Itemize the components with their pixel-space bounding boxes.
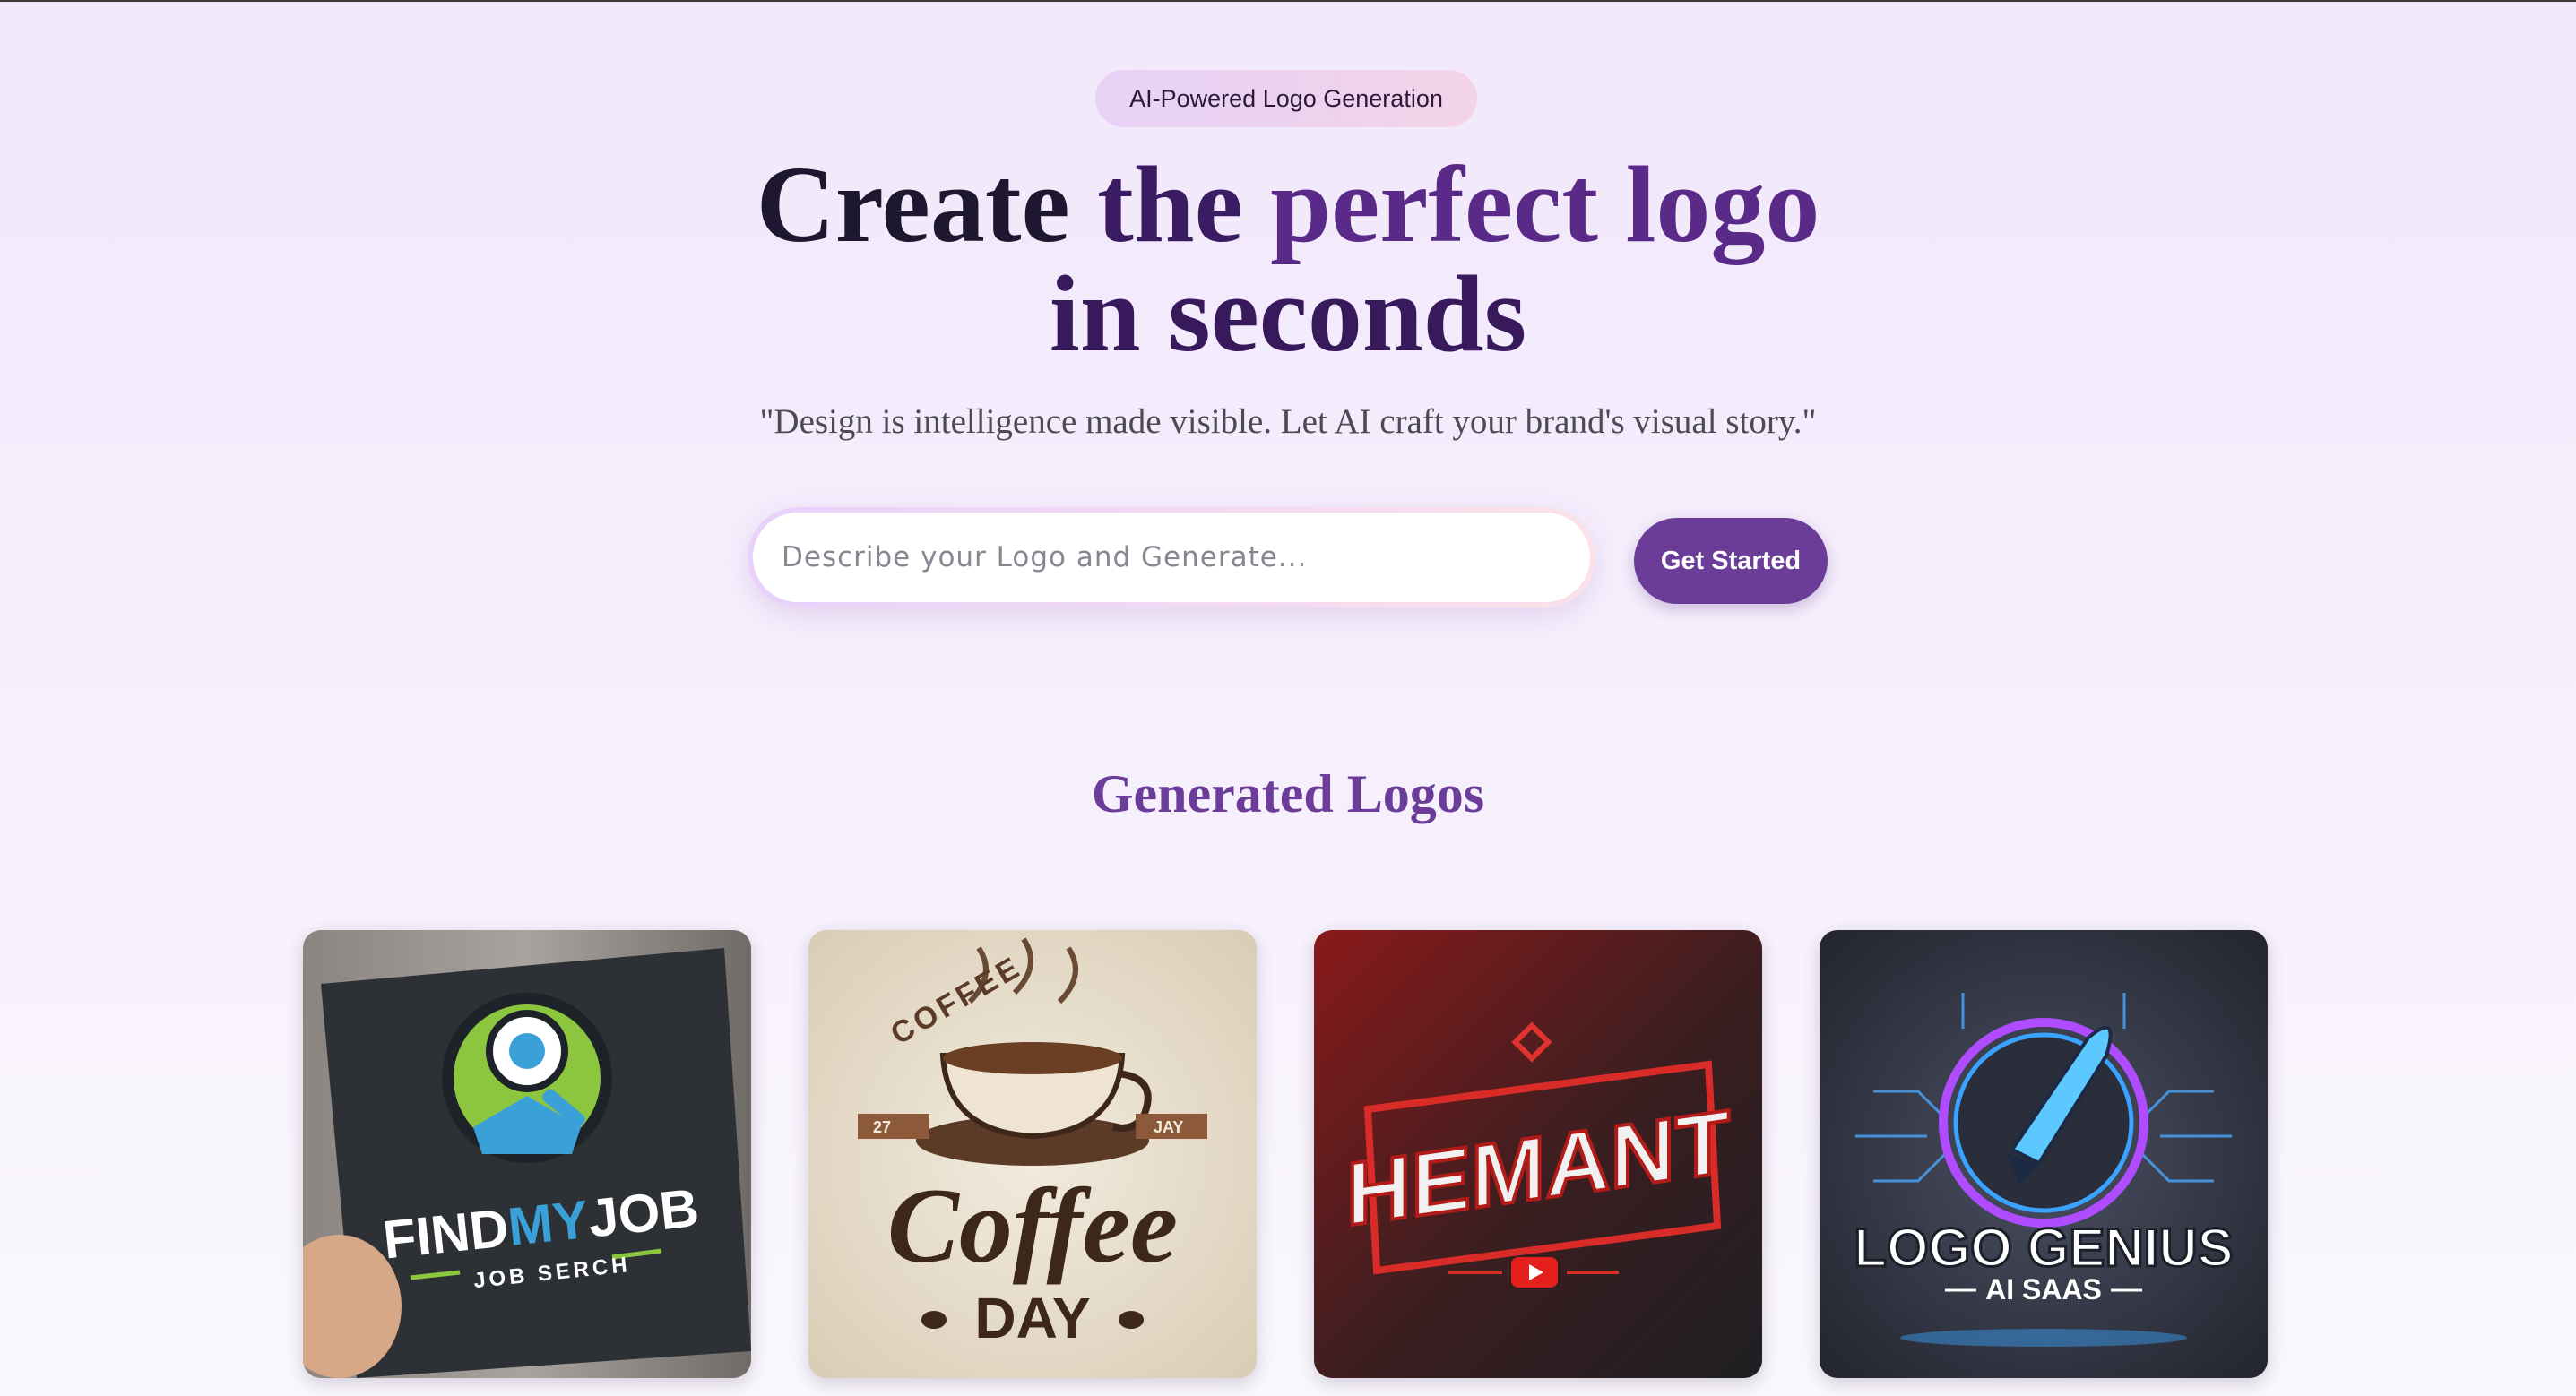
magnifier-person-icon: [442, 993, 612, 1163]
coffee-brand-text: Coffee: [887, 1166, 1178, 1285]
headline-word-create: Create: [756, 144, 1070, 265]
headline-word-the: the: [1097, 144, 1243, 265]
prompt-input-wrapper: [748, 507, 1595, 608]
hero-quote: "Design is intelligence made visible. Le…: [759, 402, 1817, 441]
hemant-logo-image: HEMANT: [1314, 930, 1762, 1378]
logo-prompt-input[interactable]: [753, 513, 1590, 602]
findmyjob-text-my: MY: [505, 1189, 592, 1257]
headline-perfect-logo: perfect logo: [1270, 144, 1820, 265]
coffee-badge-left: 27: [873, 1118, 891, 1136]
logo-genius-tagline: AI SAAS: [1985, 1273, 2102, 1306]
coffee-day-logo-image: COFFEE 27 JAY Coffee DAY: [808, 930, 1257, 1378]
logo-card-findmyjob[interactable]: FINDMYJOB JOB SERCH: [303, 930, 751, 1378]
generated-logos-title: Generated Logos: [1091, 764, 1485, 823]
logo-card-logo-genius[interactable]: LOGO GENIUS AI SAAS: [1820, 930, 2268, 1378]
ai-badge: AI-Powered Logo Generation: [1095, 70, 1477, 127]
logo-card-coffee-day[interactable]: COFFEE 27 JAY Coffee DAY: [808, 930, 1257, 1378]
coffee-sub-text: DAY: [974, 1286, 1090, 1350]
headline-line2: in seconds: [1049, 254, 1527, 375]
logo-genius-brand-text: LOGO GENIUS: [1854, 1218, 2233, 1278]
coffee-badge-right: JAY: [1154, 1118, 1183, 1136]
page-headline: Create the perfect logo in seconds: [392, 151, 2184, 369]
logo-genius-logo-image: LOGO GENIUS AI SAAS: [1820, 930, 2268, 1378]
get-started-button[interactable]: Get Started: [1634, 518, 1828, 604]
findmyjob-text-job: JOB: [585, 1177, 702, 1249]
findmyjob-logo-image: FINDMYJOB JOB SERCH: [303, 930, 751, 1378]
window-top-border: [0, 0, 2576, 2]
logo-card-hemant[interactable]: HEMANT: [1314, 930, 1762, 1378]
